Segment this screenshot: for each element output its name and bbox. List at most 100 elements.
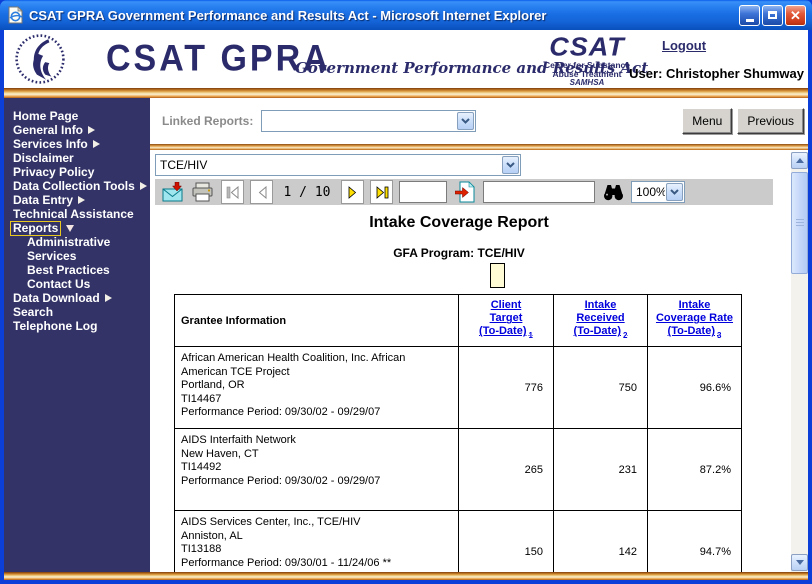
table-header-row: Grantee Information Client Target (To-Da… — [175, 295, 742, 347]
print-icon[interactable] — [191, 181, 215, 203]
grantee-name: AIDS Services Center, Inc., TCE/HIV — [181, 516, 452, 530]
grantee-period: Performance Period: 09/30/02 - 09/29/07 — [181, 475, 452, 489]
previous-button[interactable]: Previous — [737, 108, 804, 134]
menu-arrow-icon — [88, 126, 95, 134]
client-target-cell: 150 — [459, 511, 554, 573]
footer-divider-bar — [4, 572, 808, 580]
last-page-button[interactable] — [370, 180, 393, 204]
sidebar-item[interactable]: Administrative — [4, 235, 150, 249]
table-row: AIDS Interfaith Network New Haven, CT TI… — [175, 429, 742, 511]
sidebar-item[interactable]: Home Page — [4, 109, 150, 123]
sidebar-item-label: Search — [13, 306, 53, 319]
grantee-name: African American Health Coalition, Inc. … — [181, 352, 452, 379]
sidebar-item[interactable]: Search — [4, 305, 150, 319]
sidebar-item-label: Telephone Log — [13, 320, 97, 333]
report-subtitle: GFA Program: TCE/HIV — [174, 246, 744, 260]
intake-received-cell: 231 — [554, 429, 648, 511]
sidebar-item[interactable]: Data Collection Tools — [4, 179, 150, 193]
sidebar-item-label: Technical Assistance — [13, 208, 134, 221]
scrollbar-grip — [796, 219, 804, 227]
grantee-table-body: African American Health Coalition, Inc. … — [175, 347, 742, 573]
grantee-id: TI14492 — [181, 461, 452, 475]
close-button[interactable]: ✕ — [785, 5, 806, 26]
export-icon[interactable] — [161, 181, 185, 203]
app-header: CSAT GPRA Government Performance and Res… — [4, 30, 808, 88]
sidebar-item[interactable]: Services — [4, 249, 150, 263]
hhs-logo-icon — [14, 33, 66, 85]
sidebar-item[interactable]: Data Entry — [4, 193, 150, 207]
linked-reports-select[interactable] — [261, 110, 476, 132]
sidebar-item-label: Reports — [10, 221, 61, 236]
table-row: African American Health Coalition, Inc. … — [175, 347, 742, 429]
logout-link[interactable]: Logout — [662, 38, 706, 53]
sidebar-item[interactable]: Contact Us — [4, 277, 150, 291]
find-binoculars-icon[interactable] — [601, 181, 625, 203]
sidebar-item[interactable]: Disclaimer — [4, 151, 150, 165]
search-text-input[interactable] — [483, 181, 595, 203]
scroll-up-button[interactable] — [791, 152, 808, 169]
scrollbar-thumb[interactable] — [791, 172, 808, 274]
sidebar-item-label: Best Practices — [27, 264, 110, 277]
grantee-location: New Haven, CT — [181, 448, 452, 462]
sidebar-item[interactable]: Telephone Log — [4, 319, 150, 333]
sidebar-item-label: Privacy Policy — [13, 166, 94, 179]
grantee-id: TI13188 — [181, 543, 452, 557]
minimize-icon — [746, 19, 754, 22]
csat-logo-text: CSAT — [541, 34, 633, 61]
report-program-value: TCE/HIV — [156, 158, 501, 172]
internet-explorer-icon — [7, 6, 24, 24]
first-page-button[interactable] — [221, 180, 244, 204]
minimize-button[interactable] — [739, 5, 760, 26]
sidebar-item-label: Administrative — [27, 236, 110, 249]
intake-received-cell: 750 — [554, 347, 648, 429]
sidebar-item[interactable]: Best Practices — [4, 263, 150, 277]
grantee-table: Grantee Information Client Target (To-Da… — [174, 294, 742, 572]
sidebar-item[interactable]: Data Download — [4, 291, 150, 305]
grantee-id: TI14467 — [181, 393, 452, 407]
vertical-scrollbar[interactable] — [791, 152, 808, 572]
sidebar-item[interactable]: Services Info — [4, 137, 150, 151]
menu-arrow-icon — [105, 294, 112, 302]
column-header-grantee: Grantee Information — [175, 295, 459, 347]
menu-arrow-icon — [66, 225, 74, 232]
zoom-select[interactable]: 100% — [631, 181, 685, 203]
chevron-down-icon[interactable] — [666, 183, 683, 201]
window-titlebar[interactable]: CSAT GPRA Government Performance and Res… — [0, 0, 812, 30]
sidebar-item[interactable]: Reports — [4, 221, 150, 235]
maximize-icon — [768, 11, 777, 19]
page-indicator: 1 / 10 — [279, 185, 335, 200]
scroll-down-button[interactable] — [791, 554, 808, 571]
client-target-cell: 776 — [459, 347, 554, 429]
main-area: Home Page General Info Services Info Dis… — [4, 98, 808, 572]
grantee-period: Performance Period: 09/30/02 - 09/29/07 — [181, 406, 452, 420]
goto-page-input[interactable] — [399, 181, 447, 203]
intake-received-cell: 142 — [554, 511, 648, 573]
column-header-intake-received[interactable]: Intake Received (To-Date)2 — [554, 295, 648, 347]
sidebar-item[interactable]: Technical Assistance — [4, 207, 150, 221]
maximize-button[interactable] — [762, 5, 783, 26]
coverage-rate-cell: 87.2% — [648, 429, 742, 511]
table-row: AIDS Services Center, Inc., TCE/HIV Anni… — [175, 511, 742, 573]
csat-logo: CSAT Center for Substance Abuse Treatmen… — [541, 33, 633, 88]
sidebar-item-label: Contact Us — [27, 278, 90, 291]
sidebar-item-label: Data Entry — [13, 194, 73, 207]
column-header-client-target[interactable]: Client Target (To-Date)1 — [459, 295, 554, 347]
menu-button[interactable]: Menu — [682, 108, 732, 134]
user-label: User: Christopher Shumway — [629, 66, 804, 81]
zoom-value: 100% — [632, 185, 665, 199]
grantee-info-cell: AIDS Interfaith Network New Haven, CT TI… — [175, 429, 459, 511]
report-program-select[interactable]: TCE/HIV — [155, 154, 521, 176]
report-viewer: TCE/HIV — [150, 150, 808, 572]
sidebar-item[interactable]: General Info — [4, 123, 150, 137]
linked-reports-row: Linked Reports: Menu Previous — [150, 98, 808, 144]
chevron-down-icon[interactable] — [457, 112, 474, 130]
goto-page-icon[interactable] — [453, 181, 477, 203]
grantee-info-cell: African American Health Coalition, Inc. … — [175, 347, 459, 429]
column-header-coverage-rate[interactable]: Intake Coverage Rate (To-Date)3 — [648, 295, 742, 347]
close-icon: ✕ — [790, 9, 801, 22]
sidebar-item[interactable]: Privacy Policy — [4, 165, 150, 179]
next-page-button[interactable] — [341, 180, 364, 204]
browser-viewport: CSAT GPRA Government Performance and Res… — [4, 30, 808, 580]
chevron-down-icon[interactable] — [502, 156, 519, 174]
previous-page-button[interactable] — [250, 180, 273, 204]
